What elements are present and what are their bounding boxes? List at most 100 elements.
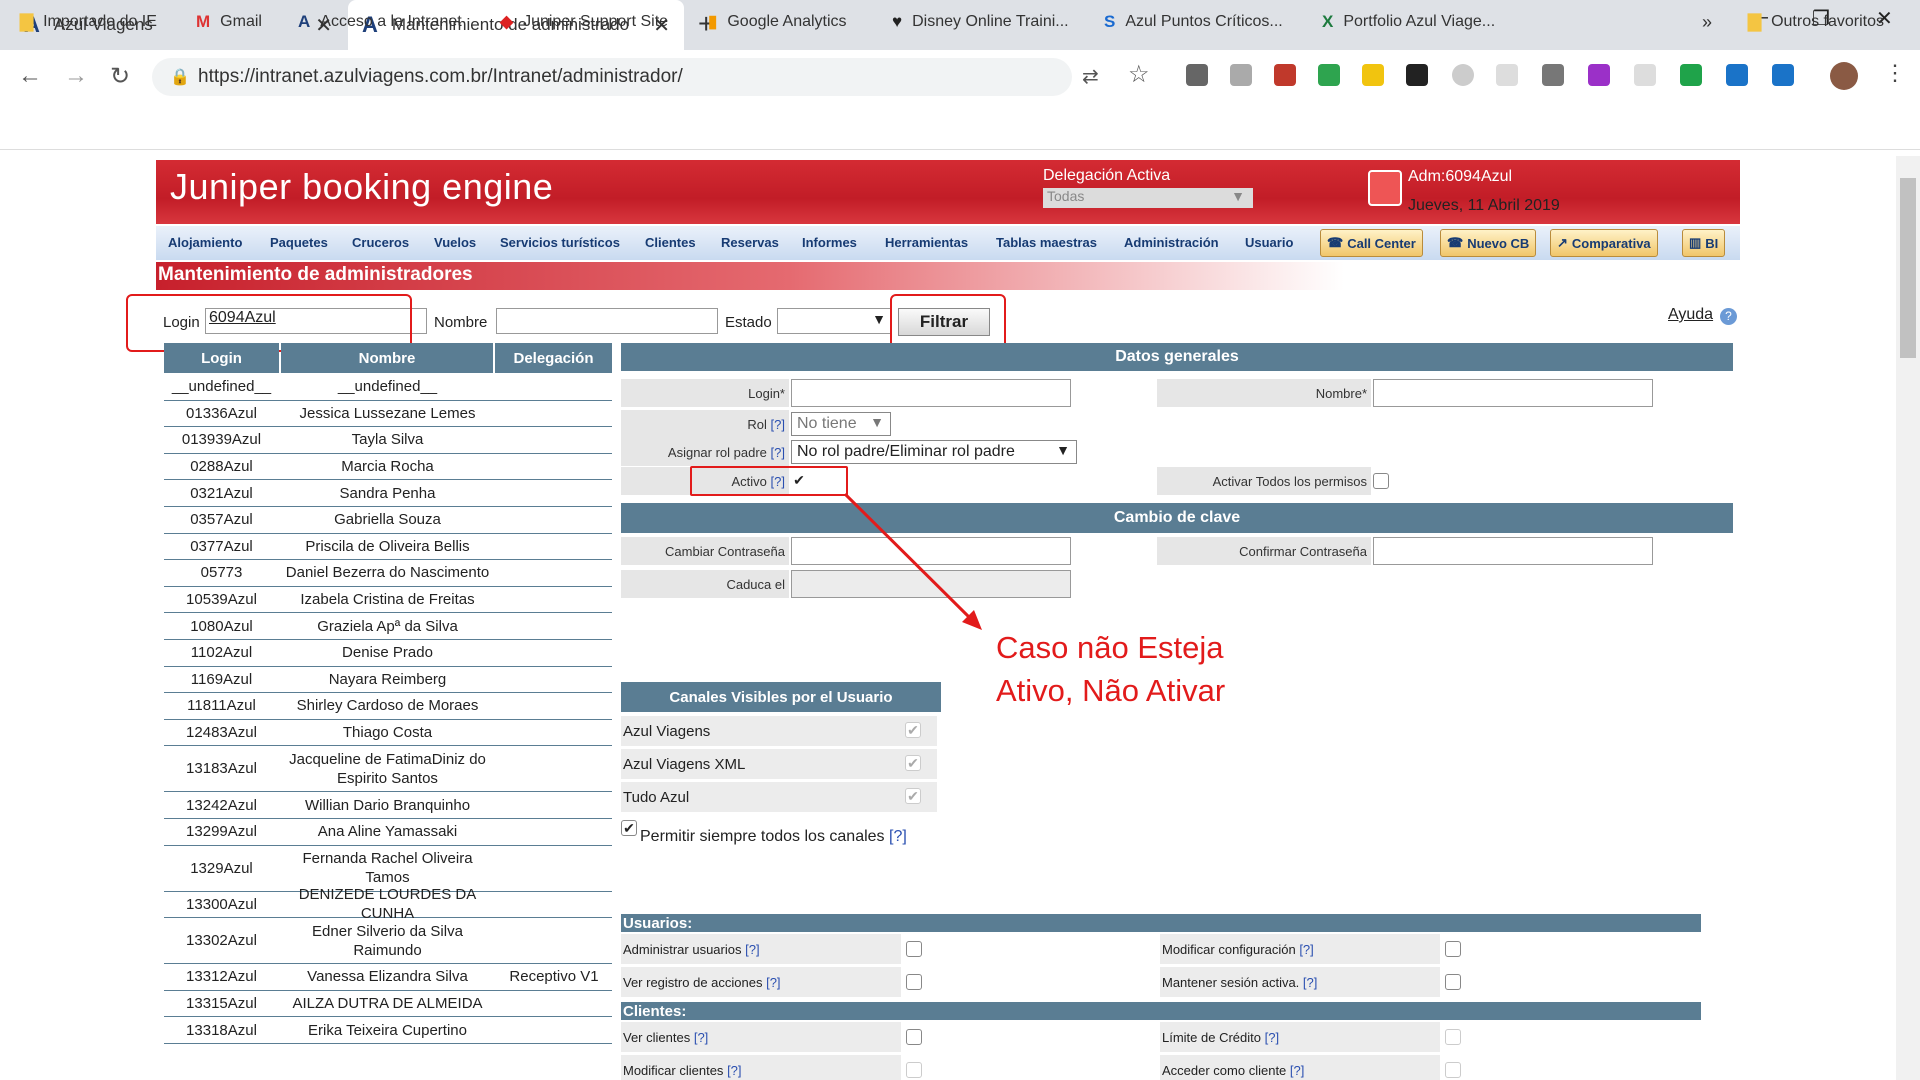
bookmark-intranet[interactable]: A Acceso a la Intranet	[298, 12, 462, 32]
menu-tablas-maestras[interactable]: Tablas maestras	[996, 235, 1097, 250]
table-row[interactable]: 13299Azul Ana Aline Yamassaki	[164, 819, 612, 846]
menu-alojamiento[interactable]: Alojamiento	[168, 235, 242, 250]
perm-mantener-sesion-checkbox[interactable]	[1445, 974, 1461, 990]
bookmark-portfolio[interactable]: X Portfolio Azul Viage...	[1322, 12, 1495, 32]
bookmark-juniper[interactable]: ◆ Juniper Support Site	[500, 12, 668, 32]
asignar-rol-select[interactable]: No rol padre/Eliminar rol padre ▼	[791, 440, 1077, 464]
estado-filter-select[interactable]: ▼	[777, 308, 891, 334]
nuevo-cb-button[interactable]: ☎ Nuevo CB	[1440, 229, 1537, 257]
trello-icon[interactable]	[1772, 64, 1794, 86]
bookmark-importado[interactable]: ▇ Importado do IE	[20, 12, 157, 32]
back-icon[interactable]: ←	[18, 62, 42, 90]
trello-icon[interactable]	[1726, 64, 1748, 86]
table-row[interactable]: 0357Azul Gabriella Souza	[164, 507, 612, 534]
table-row[interactable]: 05773 Daniel Bezerra do Nascimento	[164, 560, 612, 587]
bookmark-disney[interactable]: ♥ Disney Online Traini...	[892, 12, 1069, 32]
table-row[interactable]: 13315Azul AILZA DUTRA DE ALMEIDA	[164, 991, 612, 1018]
perm-limite-credito-checkbox[interactable]	[1445, 1029, 1461, 1045]
login-cell: 0357Azul	[190, 511, 253, 529]
table-row[interactable]: 12483Azul Thiago Costa	[164, 720, 612, 747]
table-row[interactable]: 1169Azul Nayara Reimberg	[164, 667, 612, 694]
camera-icon[interactable]	[1542, 64, 1564, 86]
menu-reservas[interactable]: Reservas	[721, 235, 779, 250]
ayuda-link[interactable]: Ayuda	[1668, 306, 1713, 324]
translate-icon[interactable]: ⇄	[1082, 64, 1099, 89]
bookmark-azul-puntos[interactable]: S Azul Puntos Críticos...	[1104, 12, 1283, 32]
perm-acceder-cliente-checkbox[interactable]	[1445, 1062, 1461, 1078]
col-delegacion[interactable]: Delegación	[495, 343, 612, 373]
table-row[interactable]: 13183Azul Jacqueline de FatimaDiniz do Es…	[164, 746, 612, 793]
table-row[interactable]: 13302Azul Edner Silverio da Silva Raimund…	[164, 918, 612, 965]
perm-administrar-usuarios-checkbox[interactable]	[906, 941, 922, 957]
perm-modificar-configuracion-checkbox[interactable]	[1445, 941, 1461, 957]
table-row[interactable]: 1102Azul Denise Prado	[164, 640, 612, 667]
table-row[interactable]: 10539Azul Izabela Cristina de Freitas	[164, 587, 612, 614]
circle-ext-icon[interactable]	[1452, 64, 1474, 86]
rol-select[interactable]: No tiene ▼	[791, 412, 891, 436]
perm-ver-clientes: Ver clientes [?]	[621, 1022, 901, 1052]
nombre-filter-input[interactable]	[496, 308, 718, 334]
evernote-icon[interactable]	[1318, 64, 1340, 86]
table-row[interactable]: 13312Azul Vanessa Elizandra Silva Receptiv…	[164, 964, 612, 991]
drive-icon[interactable]	[1230, 64, 1252, 86]
menu-administracion[interactable]: Administración	[1124, 235, 1219, 250]
table-row[interactable]: __undefined__ __undefined__	[164, 374, 612, 401]
menu-usuario[interactable]: Usuario	[1245, 235, 1293, 250]
permitir-canales-checkbox[interactable]: ✔	[621, 820, 637, 836]
table-row[interactable]: 01336Azul Jessica Lussezane Lemes	[164, 401, 612, 428]
canal-azul-viagens-xml-checkbox[interactable]: ✔	[905, 755, 921, 771]
menu-clientes[interactable]: Clientes	[645, 235, 696, 250]
menu-servicios[interactable]: Servicios turísticos	[500, 235, 620, 250]
forward-icon[interactable]: →	[64, 62, 88, 90]
delegacion-select[interactable]: Todas ▼	[1043, 188, 1253, 208]
call-center-button[interactable]: ☎ Call Center	[1320, 229, 1423, 257]
bookmark-outros[interactable]: ▇ Outros favoritos	[1748, 12, 1884, 32]
perm-ver-registro-checkbox[interactable]	[906, 974, 922, 990]
reload-icon[interactable]: ↻	[110, 62, 130, 91]
check-ext-icon[interactable]	[1680, 64, 1702, 86]
table-row[interactable]: 13242Azul Willian Dario Branquinho	[164, 792, 612, 819]
nombre-field[interactable]	[1373, 379, 1653, 407]
canal-azul-viagens-checkbox[interactable]: ✔	[905, 722, 921, 738]
menu-paquetes[interactable]: Paquetes	[270, 235, 328, 250]
pdf-icon[interactable]	[1274, 64, 1296, 86]
activar-todos-checkbox[interactable]	[1373, 473, 1389, 489]
menu-dots-icon[interactable]: ⋮	[1884, 60, 1906, 86]
menu-cruceros[interactable]: Cruceros	[352, 235, 409, 250]
help-icon[interactable]: ?	[1720, 308, 1737, 325]
table-row[interactable]: 13300Azul DENIZEDE LOURDES DA CUNHA	[164, 886, 612, 922]
table-row[interactable]: 0288Azul Marcia Rocha	[164, 454, 612, 481]
search-ext-icon[interactable]	[1362, 64, 1384, 86]
scrollbar-thumb[interactable]	[1900, 178, 1916, 358]
chat-ext-icon[interactable]	[1496, 64, 1518, 86]
cast-icon[interactable]	[1186, 64, 1208, 86]
login-field[interactable]	[791, 379, 1071, 407]
table-row[interactable]: 0321Azul Sandra Penha	[164, 480, 612, 507]
menu-herramientas[interactable]: Herramientas	[885, 235, 968, 250]
table-row[interactable]: 0377Azul Priscila de Oliveira Bellis	[164, 534, 612, 561]
current-date: Jueves, 11 Abril 2019	[1408, 197, 1560, 214]
address-bar[interactable]: 🔒 https://intranet.azulviagens.com.br/Int…	[152, 58, 1072, 96]
table-row[interactable]: 1080Azul Graziela Apª da Silva	[164, 613, 612, 640]
bookmark-gmail[interactable]: M Gmail	[196, 12, 262, 32]
star-icon[interactable]: ☆	[1128, 60, 1150, 89]
table-row[interactable]: 13318Azul Erika Teixeira Cupertino	[164, 1017, 612, 1044]
bookmark-analytics[interactable]: ▮ Google Analytics	[708, 12, 847, 32]
profile-avatar[interactable]	[1830, 62, 1858, 90]
canal-tudo-azul-checkbox[interactable]: ✔	[905, 788, 921, 804]
col-nombre[interactable]: Nombre	[281, 343, 493, 373]
col-login[interactable]: Login	[164, 343, 279, 373]
confirmar-contrasena-field[interactable]	[1373, 537, 1653, 565]
perm-modificar-clientes-checkbox[interactable]	[906, 1062, 922, 1078]
table-row[interactable]: 013939Azul Tayla Silva	[164, 427, 612, 454]
table-row[interactable]: 11811Azul Shirley Cardoso de Moraes	[164, 693, 612, 720]
more-bookmarks-icon[interactable]: »	[1702, 12, 1712, 33]
rp-ext-icon[interactable]	[1588, 64, 1610, 86]
bi-button[interactable]: ▥ BI	[1682, 229, 1726, 257]
menu-informes[interactable]: Informes	[802, 235, 857, 250]
b-ext-icon[interactable]	[1634, 64, 1656, 86]
menu-vuelos[interactable]: Vuelos	[434, 235, 476, 250]
checkbox-ext-icon[interactable]	[1406, 64, 1428, 86]
perm-ver-clientes-checkbox[interactable]	[906, 1029, 922, 1045]
comparativa-button[interactable]: ↗ Comparativa	[1550, 229, 1658, 257]
